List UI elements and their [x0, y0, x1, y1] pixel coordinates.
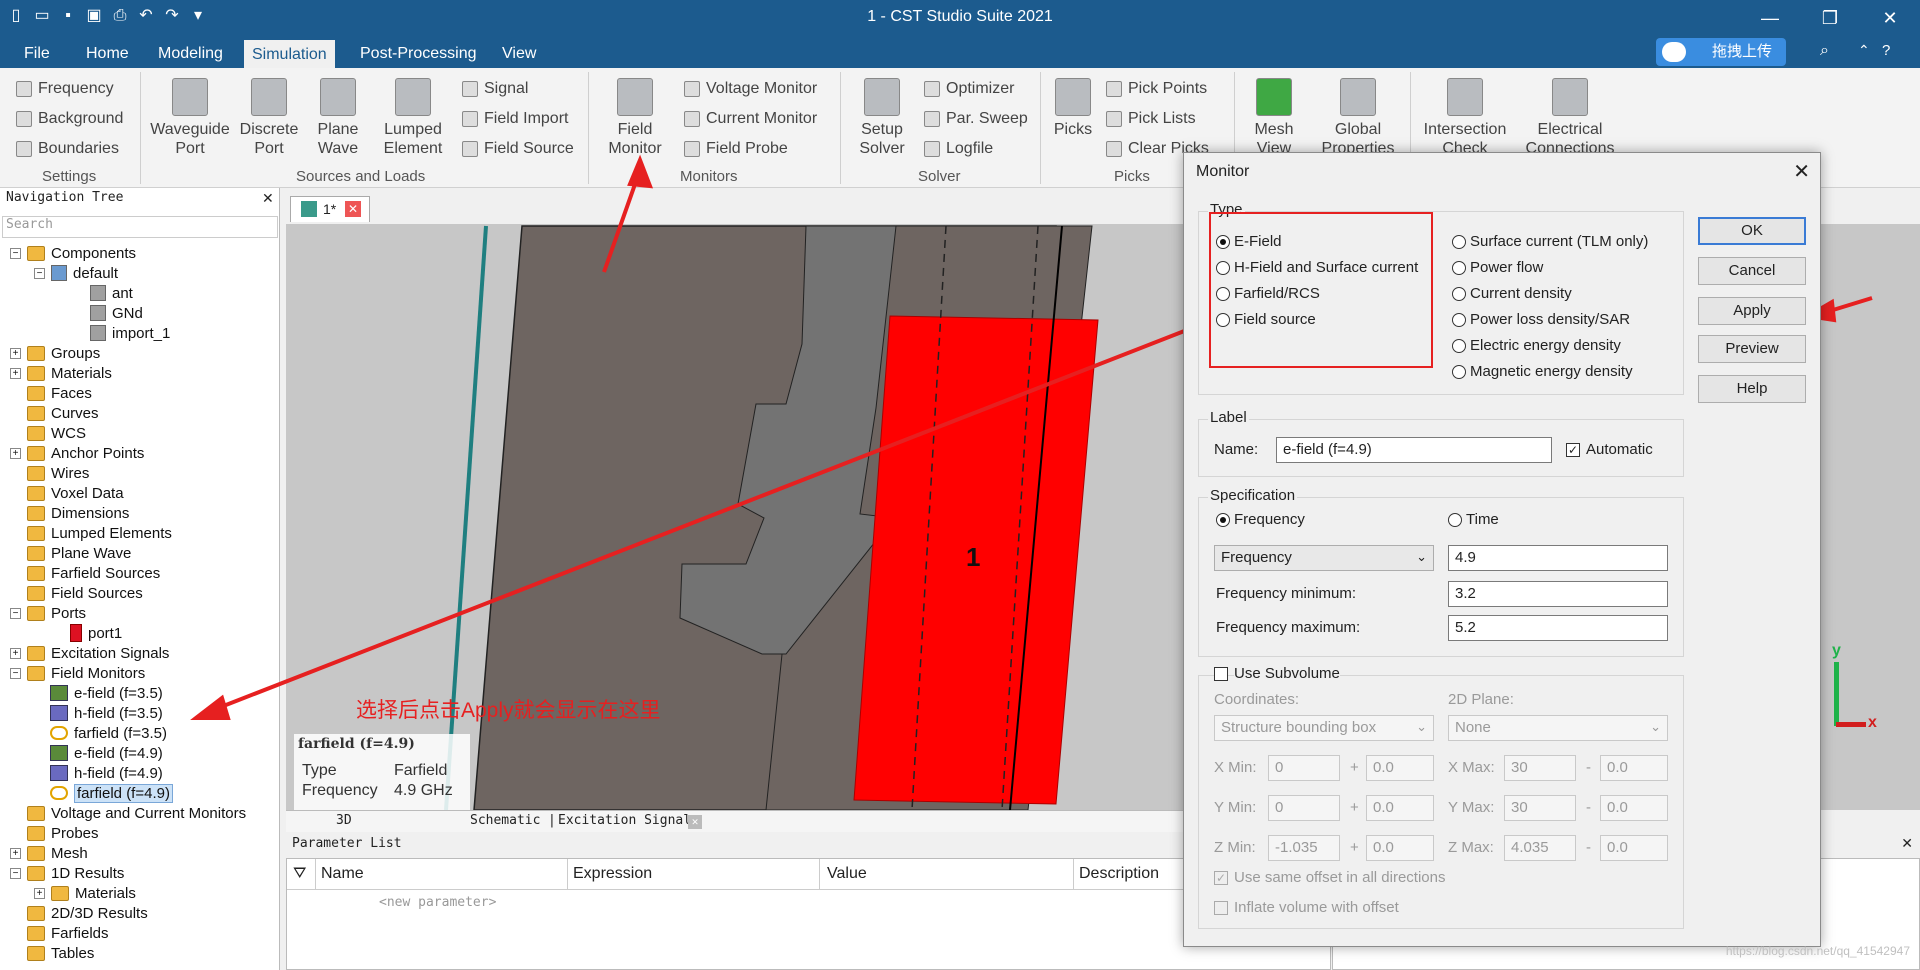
x-min-label: X Min: [1214, 759, 1257, 776]
annotation-arrowhead [190, 694, 231, 720]
chevron-down-icon: ⌄ [1416, 719, 1427, 734]
minus-sign: - [1586, 839, 1591, 856]
x-min-offset-input[interactable]: 0.0 [1366, 755, 1434, 781]
radio-current-density[interactable]: Current density [1452, 285, 1572, 302]
y-min-offset-input[interactable]: 0.0 [1366, 795, 1434, 821]
dialog-title: Monitor [1196, 163, 1250, 180]
annotation-highlight-box [1209, 212, 1433, 368]
frequency-input[interactable]: 4.9 [1448, 545, 1668, 571]
preview-button[interactable]: Preview [1698, 335, 1806, 363]
frequency-maximum-label: Frequency maximum: [1216, 619, 1361, 636]
inflate-volume-label: Inflate volume with offset [1234, 899, 1399, 916]
ok-button[interactable]: OK [1698, 217, 1806, 245]
name-label: Name: [1214, 441, 1259, 458]
label-group-label: Label [1208, 409, 1249, 426]
2d-plane-label: 2D Plane: [1448, 691, 1514, 708]
y-max-label: Y Max: [1448, 799, 1495, 816]
use-subvolume-label: Use Subvolume [1234, 665, 1340, 682]
chevron-down-icon: ⌄ [1416, 549, 1427, 564]
radio-power-loss-density[interactable]: Power loss density/SAR [1452, 311, 1630, 328]
radio-power-flow[interactable]: Power flow [1452, 259, 1543, 276]
z-min-offset-input[interactable]: 0.0 [1366, 835, 1434, 861]
frequency-select[interactable]: Frequency ⌄ [1214, 545, 1434, 571]
automatic-label: Automatic [1586, 441, 1653, 458]
radio-time[interactable]: Time [1448, 511, 1499, 528]
frequency-minimum-input[interactable]: 3.2 [1448, 581, 1668, 607]
same-offset-checkbox[interactable]: ✓ [1214, 871, 1228, 885]
coordinates-label: Coordinates: [1214, 691, 1300, 708]
z-max-label: Z Max: [1448, 839, 1494, 856]
apply-button[interactable]: Apply [1698, 297, 1806, 325]
annotation-apply-note: 选择后点击Apply就会显示在这里 [356, 699, 661, 722]
help-button[interactable]: Help [1698, 375, 1806, 403]
plus-sign: + [1350, 839, 1359, 856]
frequency-minimum-label: Frequency minimum: [1216, 585, 1357, 602]
x-max-offset-input[interactable]: 0.0 [1600, 755, 1668, 781]
y-max-offset-input[interactable]: 0.0 [1600, 795, 1668, 821]
plus-sign: + [1350, 799, 1359, 816]
x-min-input[interactable]: 0 [1268, 755, 1340, 781]
y-max-input[interactable]: 30 [1504, 795, 1576, 821]
x-max-label: X Max: [1448, 759, 1495, 776]
chevron-down-icon: ⌄ [1650, 719, 1661, 734]
close-icon[interactable]: ✕ [1793, 159, 1810, 184]
plus-sign: + [1350, 759, 1359, 776]
x-max-input[interactable]: 30 [1504, 755, 1576, 781]
cancel-button[interactable]: Cancel [1698, 257, 1806, 285]
inflate-volume-checkbox[interactable] [1214, 901, 1228, 915]
watermark-text: https://blog.csdn.net/qq_41542947 [1725, 944, 1910, 958]
z-max-input[interactable]: 4.035 [1504, 835, 1576, 861]
y-min-input[interactable]: 0 [1268, 795, 1340, 821]
annotation-arrow [207, 326, 1193, 714]
z-min-label: Z Min: [1214, 839, 1256, 856]
minus-sign: - [1586, 799, 1591, 816]
specification-group-label: Specification [1208, 487, 1298, 504]
minus-sign: - [1586, 759, 1591, 776]
radio-frequency[interactable]: Frequency [1216, 511, 1305, 528]
y-min-label: Y Min: [1214, 799, 1257, 816]
name-field[interactable]: e-field (f=4.9) [1276, 437, 1552, 463]
annotation-arrowhead [627, 154, 654, 189]
coordinates-select[interactable]: Structure bounding box ⌄ [1214, 715, 1434, 741]
z-max-offset-input[interactable]: 0.0 [1600, 835, 1668, 861]
use-subvolume-checkbox[interactable] [1214, 667, 1228, 681]
frequency-maximum-input[interactable]: 5.2 [1448, 615, 1668, 641]
automatic-checkbox[interactable]: ✓ [1566, 443, 1580, 457]
radio-magnetic-energy-density[interactable]: Magnetic energy density [1452, 363, 1633, 380]
2d-plane-select[interactable]: None ⌄ [1448, 715, 1668, 741]
radio-electric-energy-density[interactable]: Electric energy density [1452, 337, 1621, 354]
z-min-input[interactable]: -1.035 [1268, 835, 1340, 861]
same-offset-label: Use same offset in all directions [1234, 869, 1446, 886]
radio-surface-current[interactable]: Surface current (TLM only) [1452, 233, 1648, 250]
